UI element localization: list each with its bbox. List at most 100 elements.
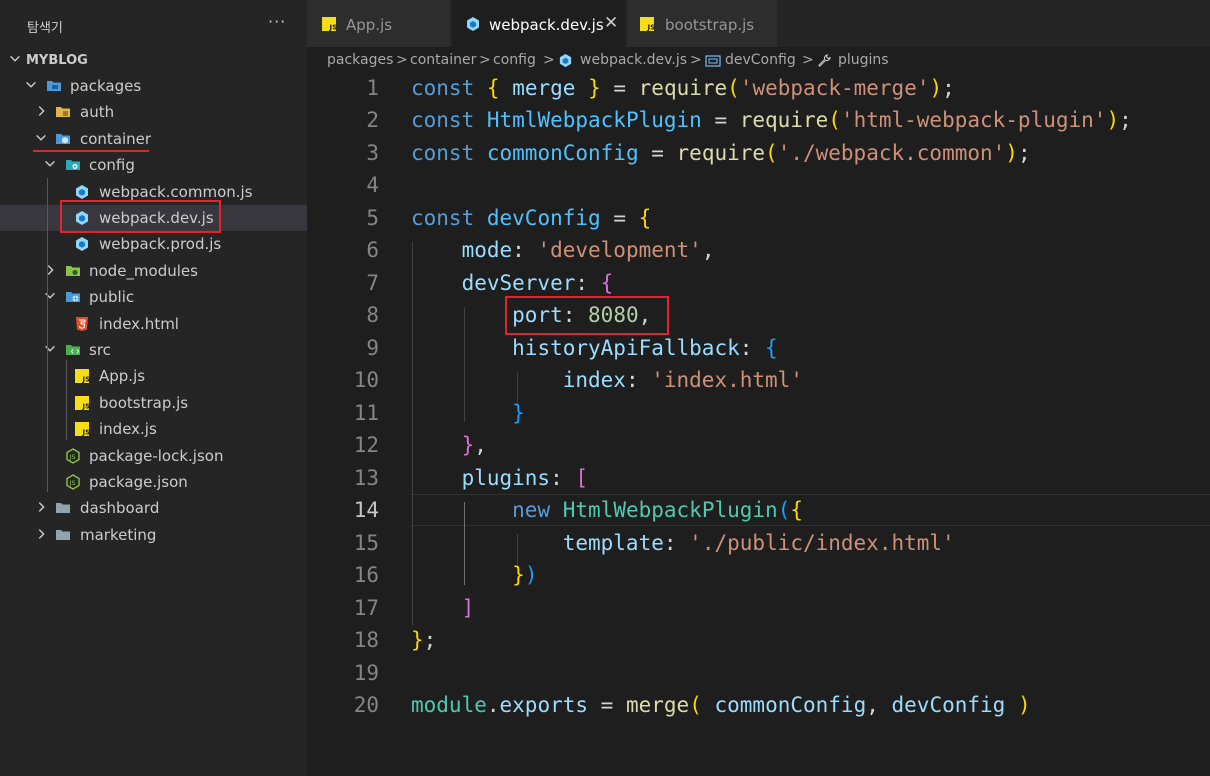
tab-label: webpack.dev.js xyxy=(489,16,604,34)
breadcrumb-file[interactable]: webpack.dev.js xyxy=(580,52,687,68)
line-number: 17 xyxy=(353,596,379,620)
breadcrumb-separator: > xyxy=(543,52,555,68)
variable-symbol-icon xyxy=(705,55,721,67)
breadcrumb-packages[interactable]: packages xyxy=(327,52,393,68)
svg-text:JS: JS xyxy=(69,479,76,487)
tree-item-label: webpack.prod.js xyxy=(99,235,222,253)
code-line: }; xyxy=(411,628,437,652)
html-file-icon xyxy=(76,317,88,331)
breadcrumb-symbol-plugins[interactable]: plugins xyxy=(838,52,889,68)
svg-text:JS: JS xyxy=(82,403,91,411)
js-file-icon: JS xyxy=(322,17,338,32)
svg-text:JS: JS xyxy=(647,24,656,32)
tree-item-label: App.js xyxy=(99,367,146,385)
breadcrumb-symbol-devconfig[interactable]: devConfig xyxy=(725,52,796,68)
line-number: 13 xyxy=(353,466,379,490)
code-line: const HtmlWebpackPlugin = require('html-… xyxy=(411,108,1132,132)
tab-label: bootstrap.js xyxy=(665,16,755,34)
port-highlight-box xyxy=(505,296,669,335)
code-line: devServer: { xyxy=(461,271,614,295)
chevron-right-icon xyxy=(38,529,45,539)
tab-app-js[interactable]: JS App.js xyxy=(307,0,450,47)
code-line: ] xyxy=(461,596,475,620)
tree-item-dashboard[interactable]: dashboard xyxy=(0,495,307,521)
close-tab-icon[interactable]: ✕ xyxy=(604,13,618,33)
tree-item-label: index.html xyxy=(99,315,179,333)
folder-packages-icon xyxy=(47,81,61,91)
folder-config-icon xyxy=(66,160,80,170)
line-number: 11 xyxy=(353,401,379,425)
breadcrumb-config[interactable]: config xyxy=(493,52,536,68)
explorer-header: 탐색기 ··· xyxy=(0,0,307,50)
container-underline-annotation xyxy=(33,150,149,152)
more-actions-icon[interactable]: ··· xyxy=(268,12,286,31)
folder-container-icon xyxy=(56,134,70,144)
code-editor[interactable]: 1 2 3 4 5 6 7 8 9 10 11 12 13 14 15 16 1… xyxy=(307,74,1210,776)
js-file-icon: JS xyxy=(75,422,90,437)
line-number: 20 xyxy=(353,693,379,717)
chevron-down-icon xyxy=(45,292,55,299)
code-line: } xyxy=(512,401,525,425)
nodejs-file-icon: JS xyxy=(66,474,80,490)
tree-item-label: packages xyxy=(70,77,142,95)
tree-item-label: src xyxy=(89,341,111,359)
indent-guide xyxy=(47,178,48,492)
line-number: 9 xyxy=(366,336,379,360)
svg-text:JS: JS xyxy=(82,376,91,384)
line-number: 15 xyxy=(353,531,379,555)
line-number: 6 xyxy=(366,238,379,262)
tree-item-label: config xyxy=(89,156,135,174)
line-number: 8 xyxy=(366,303,379,327)
tree-item-label: container xyxy=(80,130,152,148)
code-line: template: './public/index.html' xyxy=(562,531,955,555)
breadcrumb-separator: > xyxy=(690,52,702,68)
folder-public-icon xyxy=(66,292,80,302)
line-number: 3 xyxy=(366,141,379,165)
svg-text:JS: JS xyxy=(329,24,338,32)
nodejs-file-icon: JS xyxy=(66,448,80,464)
chevron-down-icon xyxy=(45,160,55,167)
line-number: 1 xyxy=(366,76,379,100)
code-line: index: 'index.html' xyxy=(562,368,803,392)
tab-bootstrap-js[interactable]: JS bootstrap.js xyxy=(627,0,777,47)
tree-item-label: public xyxy=(89,288,135,306)
indent-guide xyxy=(66,360,67,440)
folder-icon xyxy=(56,503,70,513)
tab-webpack-dev-js[interactable]: webpack.dev.js ✕ xyxy=(452,0,625,47)
tree-item-packages[interactable]: packages xyxy=(0,73,307,99)
tree-item-config[interactable]: config xyxy=(0,152,307,178)
folder-icon xyxy=(56,530,70,540)
breadcrumb-separator: > xyxy=(396,52,408,68)
line-number: 19 xyxy=(353,661,379,685)
project-root-header[interactable]: MYBLOG xyxy=(0,47,307,73)
tree-item-label: bootstrap.js xyxy=(99,394,189,412)
tree-item-auth[interactable]: auth xyxy=(0,99,307,125)
code-line: const commonConfig = require('./webpack.… xyxy=(411,141,1031,165)
code-line: const devConfig = { xyxy=(411,206,652,230)
tree-item-label: webpack.common.js xyxy=(99,183,253,201)
code-line: plugins: [ xyxy=(461,466,589,490)
wrench-icon xyxy=(818,54,831,67)
tree-item-container[interactable]: container xyxy=(0,126,307,152)
code-line: const { merge } = require('webpack-merge… xyxy=(411,76,955,100)
editor-tab-bar: JS App.js webpack.dev.js ✕ JS bootstrap.… xyxy=(307,0,1210,47)
chevron-down-icon xyxy=(36,134,46,141)
js-file-icon: JS xyxy=(75,369,91,384)
tab-label: App.js xyxy=(346,16,393,34)
svg-text:JS: JS xyxy=(69,453,76,461)
breadcrumb-separator: > xyxy=(802,52,814,68)
tree-item-label: index.js xyxy=(99,420,157,438)
webpack-file-icon xyxy=(76,237,88,251)
line-number: 4 xyxy=(366,173,379,197)
chevron-right-icon xyxy=(47,265,54,275)
explorer-title: 탐색기 xyxy=(27,21,63,36)
js-file-icon: JS xyxy=(640,17,656,32)
tree-item-marketing[interactable]: marketing xyxy=(0,522,307,548)
js-file-icon: JS xyxy=(75,396,91,411)
chevron-down-icon xyxy=(45,345,55,352)
code-line-current: new HtmlWebpackPlugin({ xyxy=(512,498,803,522)
project-name: MYBLOG xyxy=(26,53,88,68)
chevron-down-icon xyxy=(10,55,20,62)
webpack-file-icon xyxy=(76,185,88,199)
breadcrumb-container[interactable]: container xyxy=(410,52,476,68)
